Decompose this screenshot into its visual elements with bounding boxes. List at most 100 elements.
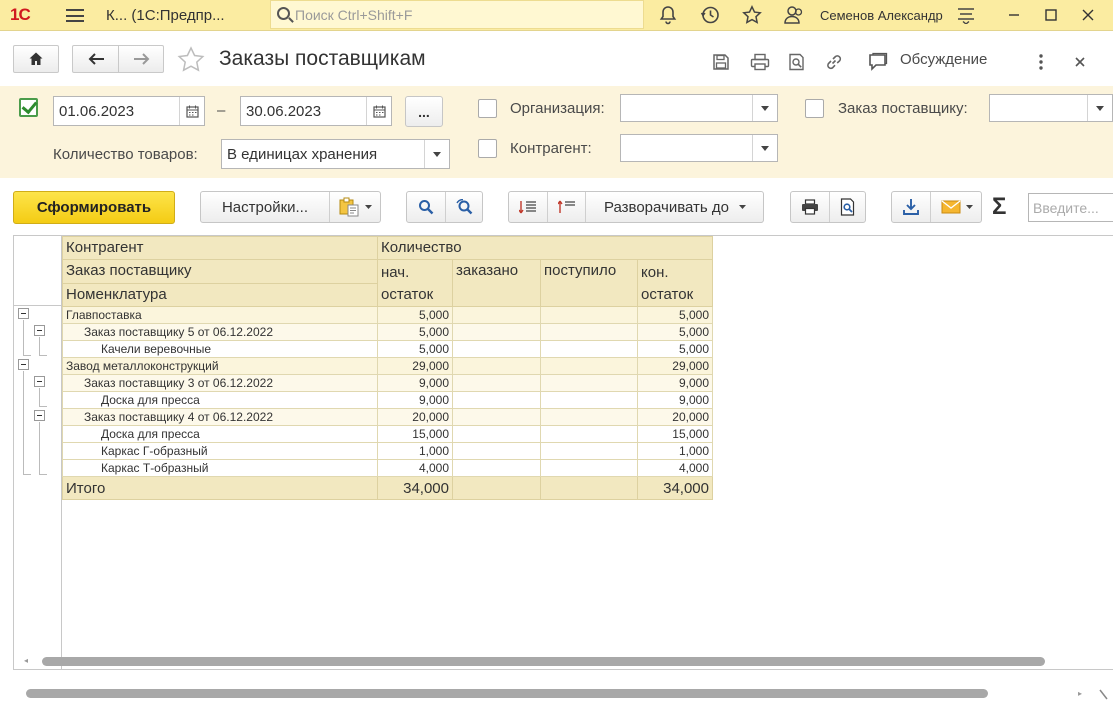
table-row[interactable]: Доска для пресса 9,000 9,000 bbox=[62, 391, 713, 409]
supplier-order-checkbox[interactable] bbox=[805, 99, 824, 118]
counterparty-checkbox[interactable] bbox=[478, 139, 497, 158]
date-to-field[interactable]: 30.06.2023 bbox=[240, 96, 392, 126]
total-row[interactable]: Итого 34,000 34,000 bbox=[62, 476, 713, 500]
table-row[interactable]: Заказ поставщику 5 от 06.12.2022 5,000 5… bbox=[62, 323, 713, 341]
collapse-group-icon[interactable] bbox=[34, 376, 45, 387]
settings-button[interactable]: Настройки... bbox=[201, 192, 329, 222]
cell-ordered bbox=[452, 374, 541, 392]
filter-panel: 01.06.2023 – 30.06.2023 ... Количество т… bbox=[0, 86, 1113, 178]
print-icon[interactable] bbox=[748, 50, 772, 74]
quantity-value: В единицах хранения bbox=[227, 146, 378, 163]
quantity-label: Количество товаров: bbox=[53, 146, 198, 163]
collapse-group-icon[interactable] bbox=[34, 325, 45, 336]
preview-icon[interactable] bbox=[785, 50, 809, 74]
collapse-group-icon[interactable] bbox=[34, 410, 45, 421]
table-row[interactable]: Доска для пресса 15,000 15,000 bbox=[62, 425, 713, 443]
cell-start: 15,000 bbox=[377, 425, 453, 443]
table-row[interactable]: Каркас Т-образный 4,000 4,000 bbox=[62, 459, 713, 477]
collapse-group-icon[interactable] bbox=[18, 308, 29, 319]
expand-all-button[interactable] bbox=[548, 192, 585, 222]
total-end: 34,000 bbox=[637, 476, 713, 500]
discussion-button[interactable]: Обсуждение bbox=[900, 51, 987, 68]
cell-start: 20,000 bbox=[377, 408, 453, 426]
date-to-value: 30.06.2023 bbox=[246, 103, 322, 120]
more-actions-icon[interactable] bbox=[1029, 50, 1053, 74]
preview-button[interactable] bbox=[830, 192, 866, 222]
user-icon[interactable] bbox=[783, 4, 805, 26]
cell-end: 5,000 bbox=[637, 323, 713, 341]
counterparty-field[interactable] bbox=[620, 134, 778, 162]
period-checkbox[interactable] bbox=[19, 98, 38, 117]
close-window-icon[interactable] bbox=[1076, 3, 1100, 27]
collapse-group-icon[interactable] bbox=[18, 359, 29, 370]
maximize-icon[interactable] bbox=[1039, 3, 1063, 27]
calendar-icon[interactable] bbox=[366, 97, 391, 125]
form-horizontal-scrollbar[interactable] bbox=[26, 689, 988, 698]
date-from-field[interactable]: 01.06.2023 bbox=[53, 96, 205, 126]
send-email-button[interactable] bbox=[931, 192, 982, 222]
table-row[interactable]: Завод металлоконструкций 29,000 29,000 bbox=[62, 357, 713, 375]
report-spreadsheet[interactable]: Контрагент Количество Заказ поставщику н… bbox=[13, 235, 1113, 670]
quick-search-field[interactable] bbox=[1028, 193, 1113, 222]
cell-received bbox=[540, 374, 638, 392]
favorite-star-icon[interactable] bbox=[176, 45, 206, 75]
sum-icon[interactable]: Σ bbox=[992, 193, 1006, 221]
preview-icon bbox=[840, 198, 855, 216]
global-search[interactable] bbox=[270, 0, 644, 29]
chevron-down-icon[interactable] bbox=[1087, 95, 1112, 121]
save-icon[interactable] bbox=[709, 50, 733, 74]
star-icon[interactable] bbox=[741, 4, 763, 26]
report-horizontal-scrollbar[interactable] bbox=[42, 657, 1045, 666]
main-menu-icon[interactable] bbox=[66, 9, 84, 22]
back-button[interactable] bbox=[73, 46, 119, 72]
chevron-down-icon[interactable] bbox=[752, 95, 777, 121]
generate-button[interactable]: Сформировать bbox=[13, 191, 175, 224]
header-ordered: заказано bbox=[452, 259, 541, 307]
expand-to-button[interactable]: Разворачивать до bbox=[586, 192, 764, 222]
global-search-input[interactable] bbox=[295, 4, 635, 25]
variant-menu-button[interactable] bbox=[330, 192, 381, 222]
app-logo[interactable]: 1С bbox=[10, 5, 31, 25]
table-row[interactable]: Заказ поставщику 4 от 06.12.2022 20,000 … bbox=[62, 408, 713, 426]
settings-menu-icon[interactable] bbox=[955, 4, 977, 26]
close-form-icon[interactable] bbox=[1068, 50, 1092, 74]
user-name[interactable]: Семенов Александр bbox=[820, 8, 943, 23]
bell-icon[interactable] bbox=[657, 4, 679, 26]
total-received bbox=[540, 476, 638, 500]
quick-search-input[interactable] bbox=[1029, 194, 1109, 221]
scroll-right-icon[interactable]: ▸ bbox=[1078, 689, 1082, 698]
minimize-icon[interactable] bbox=[1002, 3, 1026, 27]
find-next-button[interactable] bbox=[446, 192, 483, 222]
chevron-down-icon[interactable] bbox=[752, 135, 777, 161]
table-row[interactable]: Качели веревочные 5,000 5,000 bbox=[62, 340, 713, 358]
save-to-file-button[interactable] bbox=[892, 192, 930, 222]
cell-received bbox=[540, 323, 638, 341]
chevron-down-icon[interactable] bbox=[424, 140, 449, 168]
resize-grip-icon[interactable] bbox=[1093, 684, 1113, 705]
organization-field[interactable] bbox=[620, 94, 778, 122]
row-name: Доска для пресса bbox=[62, 425, 378, 443]
report-variant-icon bbox=[339, 197, 359, 217]
supplier-order-field[interactable] bbox=[989, 94, 1113, 122]
calendar-icon[interactable] bbox=[179, 97, 204, 125]
table-row[interactable]: Главпоставка 5,000 5,000 bbox=[62, 306, 713, 324]
history-icon[interactable] bbox=[699, 4, 721, 26]
forward-button[interactable] bbox=[119, 46, 164, 72]
search-icon bbox=[419, 200, 434, 215]
collapse-all-button[interactable] bbox=[509, 192, 547, 222]
table-row[interactable]: Заказ поставщику 3 от 06.12.2022 9,000 9… bbox=[62, 374, 713, 392]
quantity-select[interactable]: В единицах хранения bbox=[221, 139, 450, 169]
home-button[interactable] bbox=[13, 45, 59, 73]
expand-group: Разворачивать до bbox=[508, 191, 764, 223]
discussion-icon[interactable] bbox=[866, 50, 890, 74]
find-button[interactable] bbox=[407, 192, 445, 222]
print-button[interactable] bbox=[791, 192, 829, 222]
organization-checkbox[interactable] bbox=[478, 99, 497, 118]
table-row[interactable]: Каркас Г-образный 1,000 1,000 bbox=[62, 442, 713, 460]
link-icon[interactable] bbox=[822, 50, 846, 74]
download-icon bbox=[903, 199, 919, 215]
cell-received bbox=[540, 459, 638, 477]
period-select-button[interactable]: ... bbox=[405, 96, 443, 127]
scroll-left-icon[interactable]: ◂ bbox=[24, 656, 28, 665]
organization-label: Организация: bbox=[510, 100, 605, 117]
